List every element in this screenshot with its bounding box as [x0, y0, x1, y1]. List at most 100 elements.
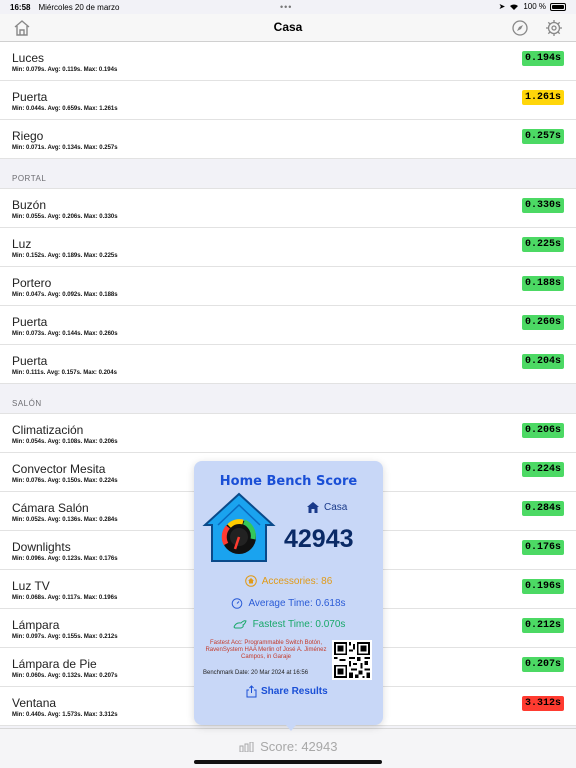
compass-icon[interactable]	[510, 18, 530, 38]
list-item[interactable]: Puerta Min: 0.044s. Avg: 0.659s. Max: 1.…	[0, 81, 576, 120]
share-results-button[interactable]: Share Results	[246, 685, 328, 698]
accessory-name: Portero	[12, 276, 52, 290]
time-badge: 0.194s	[521, 51, 564, 66]
time-badge: 0.224s	[521, 462, 564, 477]
popover-arrow	[286, 725, 296, 731]
popover-title: Home Bench Score	[219, 474, 358, 489]
accessory-name: Buzón	[12, 198, 47, 212]
battery-percent: 100 %	[523, 2, 546, 11]
accessory-name: Riego	[12, 129, 44, 143]
accessory-stats: Min: 0.152s. Avg: 0.189s. Max: 0.225s	[12, 253, 118, 259]
time-badge: 0.330s	[521, 198, 564, 213]
accessory-name: Climatización	[12, 423, 84, 437]
fastest-time-label: Fastest Time: 0.070s	[252, 618, 346, 630]
bar-chart-icon	[239, 741, 254, 753]
time-badge: 0.188s	[521, 276, 564, 291]
score-button[interactable]: Score: 42943	[0, 739, 576, 754]
time-badge: 0.206s	[521, 423, 564, 438]
accessory-name: Luz TV	[12, 579, 50, 593]
list-item[interactable]: Luces Min: 0.079s. Avg: 0.119s. Max: 0.1…	[0, 42, 576, 81]
time-badge: 0.212s	[521, 618, 564, 633]
accessory-name: Cámara Salón	[12, 501, 89, 515]
home-name: Casa	[324, 502, 348, 513]
section-header-portal: PORTAL	[0, 159, 576, 189]
list-item[interactable]: Portero Min: 0.047s. Avg: 0.092s. Max: 0…	[0, 267, 576, 306]
bottom-toolbar: Score: 42943	[0, 728, 576, 768]
score-label: Score: 42943	[260, 739, 338, 754]
accessory-stats: Min: 0.097s. Avg: 0.155s. Max: 0.212s	[12, 634, 118, 640]
accessory-stats: Min: 0.052s. Avg: 0.136s. Max: 0.284s	[12, 517, 118, 523]
list-item[interactable]: Luz Min: 0.152s. Avg: 0.189s. Max: 0.225…	[0, 228, 576, 267]
accessory-stats: Min: 0.054s. Avg: 0.108s. Max: 0.206s	[12, 439, 118, 445]
list-item[interactable]: Puerta Min: 0.073s. Avg: 0.144s. Max: 0.…	[0, 306, 576, 345]
accessory-stats: Min: 0.111s. Avg: 0.157s. Max: 0.204s	[12, 370, 117, 376]
list-item[interactable]: Climatización Min: 0.054s. Avg: 0.108s. …	[0, 414, 576, 453]
status-date: Miércoles 20 de marzo	[38, 2, 120, 12]
section-title: PORTAL	[12, 174, 47, 183]
accessory-name: Puerta	[12, 315, 48, 329]
wifi-icon	[510, 3, 519, 10]
accessory-name: Puerta	[12, 354, 48, 368]
accessories-label: Accessories: 86	[261, 575, 333, 587]
navigation-bar: Casa	[0, 14, 576, 42]
accessory-name: Downlights	[12, 540, 71, 554]
accessory-name: Convector Mesita	[12, 462, 106, 476]
average-time-label: Average Time: 0.618s	[248, 597, 346, 609]
average-time: Average Time: 0.618s	[194, 597, 383, 609]
page-title: Casa	[273, 20, 303, 34]
accessory-stats: Min: 0.055s. Avg: 0.206s. Max: 0.330s	[12, 214, 118, 220]
accessory-stats: Min: 0.068s. Avg: 0.117s. Max: 0.196s	[12, 595, 118, 601]
accessory-stats: Min: 0.060s. Avg: 0.132s. Max: 0.207s	[12, 673, 118, 679]
score-popover: Home Bench Score Casa 42943 Accessories:…	[194, 461, 383, 725]
list-item[interactable]: Riego Min: 0.071s. Avg: 0.134s. Max: 0.2…	[0, 120, 576, 159]
time-badge: 0.225s	[521, 237, 564, 252]
battery-icon	[550, 2, 566, 11]
time-badge: 0.257s	[521, 129, 564, 144]
share-results-label: Share Results	[261, 686, 328, 697]
time-badge: 0.284s	[521, 501, 564, 516]
popover-home: Casa	[306, 501, 347, 514]
list-item[interactable]: Buzón Min: 0.055s. Avg: 0.206s. Max: 0.3…	[0, 189, 576, 228]
home-icon	[307, 502, 319, 513]
fastest-time: Fastest Time: 0.070s	[194, 618, 383, 630]
accessory-name: Ventana	[12, 696, 57, 710]
home-bench-logo-icon	[202, 492, 276, 562]
section-title: SALÓN	[12, 399, 42, 408]
gear-icon[interactable]	[544, 18, 564, 38]
accessory-stats: Min: 0.044s. Avg: 0.659s. Max: 1.261s	[12, 106, 118, 112]
time-badge: 0.207s	[521, 657, 564, 672]
fastest-accessory: Fastest Acc: Programmable Switch Botón, …	[205, 640, 327, 661]
accessory-name: Puerta	[12, 90, 48, 104]
home-indicator	[194, 760, 382, 764]
house-circle-icon	[244, 575, 257, 587]
timer-icon	[232, 598, 243, 609]
accessory-stats: Min: 0.079s. Avg: 0.119s. Max: 0.194s	[12, 67, 118, 73]
status-bar: 16:58 Miércoles 20 de marzo ••• ➤ 100 %	[0, 0, 576, 14]
accessory-stats: Min: 0.076s. Avg: 0.150s. Max: 0.224s	[12, 478, 118, 484]
accessory-stats: Min: 0.440s. Avg: 1.573s. Max: 3.312s	[12, 712, 118, 718]
accessory-stats: Min: 0.073s. Avg: 0.144s. Max: 0.260s	[12, 331, 118, 337]
time-badge: 1.261s	[521, 90, 564, 105]
section-header-salon: SALÓN	[0, 384, 576, 414]
accessory-name: Lámpara	[12, 618, 60, 632]
accessory-stats: Min: 0.096s. Avg: 0.123s. Max: 0.176s	[12, 556, 118, 562]
share-icon	[246, 685, 257, 698]
accessory-name: Luces	[12, 51, 45, 65]
qr-code-icon	[332, 640, 372, 680]
accessory-name: Lámpara de Pie	[12, 657, 97, 671]
benchmark-date: Benchmark Date: 20 Mar 2024 at 16:56	[203, 670, 309, 676]
time-badge: 0.176s	[521, 540, 564, 555]
status-indicators: ➤ 100 %	[499, 2, 566, 11]
location-icon: ➤	[498, 2, 506, 11]
time-badge: 0.260s	[521, 315, 564, 330]
popover-score: 42943	[284, 525, 354, 553]
accessory-stats: Min: 0.071s. Avg: 0.134s. Max: 0.257s	[12, 145, 118, 151]
list-item[interactable]: Puerta Min: 0.111s. Avg: 0.157s. Max: 0.…	[0, 345, 576, 384]
accessory-name: Luz	[12, 237, 32, 251]
time-badge: 0.196s	[521, 579, 564, 594]
accessories-count: Accessories: 86	[194, 575, 383, 587]
hare-icon	[232, 620, 247, 629]
multitasking-dots-icon[interactable]: •••	[280, 2, 292, 12]
time-badge: 0.204s	[521, 354, 564, 369]
accessory-stats: Min: 0.047s. Avg: 0.092s. Max: 0.188s	[12, 292, 118, 298]
